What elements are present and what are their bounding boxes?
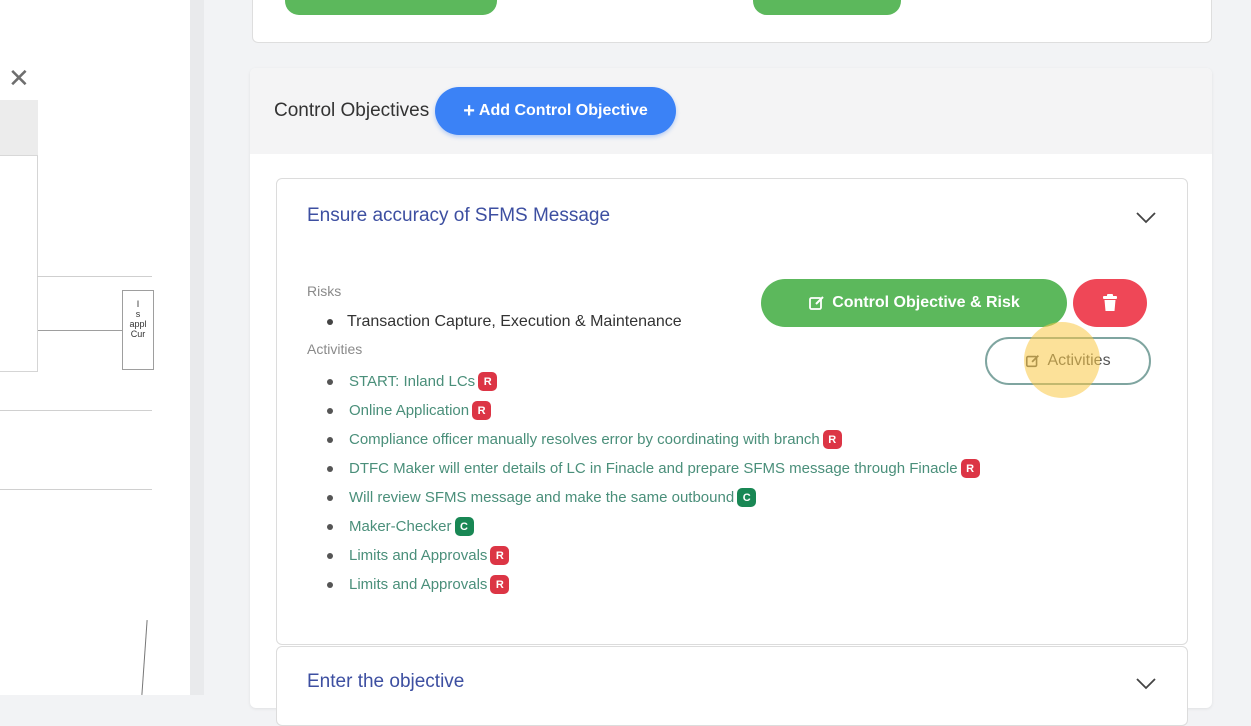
activity-item[interactable]: Will review SFMS message and make the sa… (327, 483, 980, 512)
risk-badge: R (490, 546, 510, 565)
activity-item[interactable]: Online Application R (327, 396, 980, 425)
diagram-connector (141, 620, 148, 695)
section-header: Control Objectives + Add Control Objecti… (250, 68, 1212, 154)
edit-icon (1026, 355, 1040, 368)
objective-card: Ensure accuracy of SFMS Message Risks Tr… (276, 178, 1188, 645)
edit-icon (809, 296, 824, 310)
control-objectives-section: Control Objectives + Add Control Objecti… (250, 68, 1212, 726)
left-panel: ✕ I s appl Cur (0, 0, 190, 695)
plus-icon: + (463, 99, 475, 122)
chevron-down-icon[interactable] (1135, 211, 1157, 225)
activities-list: START: Inland LCs R Online Application R C… (327, 367, 980, 599)
risk-badge: R (822, 430, 842, 449)
risk-badge: R (490, 575, 510, 594)
add-control-objective-button[interactable]: + Add Control Objective (435, 87, 676, 135)
activity-item[interactable]: Limits and Approvals R (327, 541, 980, 570)
delete-objective-button[interactable] (1073, 279, 1147, 327)
control-badge: C (737, 488, 757, 507)
activity-item[interactable]: Compliance officer manually resolves err… (327, 425, 980, 454)
activity-item[interactable]: Maker-Checker C (327, 512, 980, 541)
previous-card (252, 0, 1212, 43)
activities-label: Activities (307, 341, 363, 357)
risks-label: Risks (307, 283, 342, 299)
risk-badge: R (472, 401, 492, 420)
edit-control-objective-risk-button[interactable]: Control Objective & Risk (761, 279, 1067, 327)
diagram-node[interactable]: I s appl Cur (122, 290, 154, 370)
control-badge: C (454, 517, 474, 536)
objective-card: Enter the objective (276, 646, 1188, 726)
chevron-down-icon[interactable] (1135, 677, 1157, 691)
close-icon[interactable]: ✕ (8, 66, 30, 92)
edit-activities-button[interactable]: Activities (985, 337, 1151, 385)
risk-item: Transaction Capture, Execution & Mainten… (327, 313, 682, 331)
objective-title[interactable]: Ensure accuracy of SFMS Message (307, 205, 610, 227)
risk-badge: R (478, 372, 498, 391)
section-title: Control Objectives (274, 100, 430, 121)
trash-icon (1103, 294, 1117, 311)
activity-item[interactable]: DTFC Maker will enter details of LC in F… (327, 454, 980, 483)
objective-title[interactable]: Enter the objective (307, 671, 464, 693)
previous-card-button[interactable] (285, 0, 497, 15)
activity-item[interactable]: START: Inland LCs R (327, 367, 980, 396)
diagram-connector (38, 330, 122, 331)
previous-card-button[interactable] (753, 0, 901, 15)
panel-header-block (0, 100, 38, 156)
risk-badge: R (960, 459, 980, 478)
activity-item[interactable]: Limits and Approvals R (327, 570, 980, 599)
